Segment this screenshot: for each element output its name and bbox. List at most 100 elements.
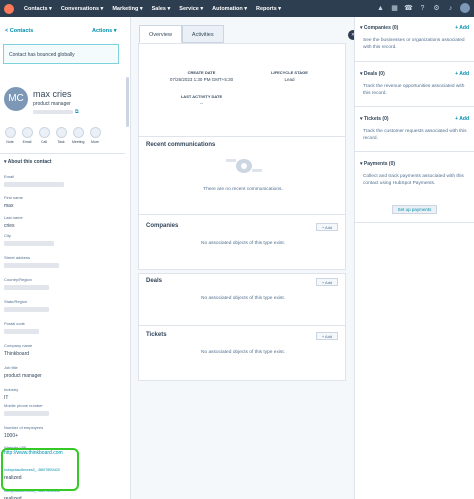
- more-icon: [89, 127, 101, 138]
- tickets-add-link[interactable]: + Add: [455, 116, 469, 122]
- property-city[interactable]: City: [4, 233, 11, 238]
- property-label: Number of employees: [4, 425, 44, 430]
- last-activity-value: --: [200, 101, 203, 106]
- property-postal-code[interactable]: Postal code: [4, 321, 25, 326]
- companies-title[interactable]: Companies: [146, 223, 178, 229]
- deals-section-toggle[interactable]: ▾ Deals (0): [360, 71, 385, 77]
- add-ticket-button[interactable]: + Add: [316, 332, 338, 340]
- redacted-value: [4, 182, 64, 187]
- upgrade-icon[interactable]: ▲: [376, 4, 385, 13]
- note-action[interactable]: Note: [4, 127, 16, 144]
- call-icon: [38, 127, 50, 138]
- property-value: 1000+: [4, 433, 19, 439]
- property-first-name[interactable]: First name max: [4, 195, 23, 209]
- empty-communications-icon: [226, 159, 262, 173]
- email-icon: [21, 127, 33, 138]
- property-value: IT: [4, 395, 9, 401]
- back-to-contacts-link[interactable]: < Contacts: [5, 28, 33, 34]
- more-action[interactable]: More: [89, 127, 101, 144]
- nav-reports[interactable]: Reports ▾: [256, 6, 281, 12]
- tickets-title[interactable]: Tickets: [146, 332, 167, 338]
- divider: [0, 153, 125, 154]
- property-label: Job title: [4, 365, 18, 370]
- nav-sales[interactable]: Sales ▾: [152, 6, 171, 12]
- companies-add-link[interactable]: + Add: [455, 25, 469, 31]
- deals-title[interactable]: Deals: [146, 278, 162, 284]
- nav-contacts[interactable]: Contacts ▾: [24, 6, 52, 12]
- tickets-section-toggle[interactable]: ▾ Tickets (0): [360, 116, 389, 122]
- contact-name[interactable]: max cries: [33, 89, 72, 99]
- copy-icon[interactable]: ⧉: [75, 109, 79, 115]
- highlight-annotation: [1, 448, 79, 491]
- redacted-value: [4, 263, 59, 268]
- contact-job-title[interactable]: product manager: [33, 101, 71, 107]
- property-value: cries: [4, 223, 15, 229]
- property-label: Email: [4, 174, 15, 179]
- contact-action-row: Note Email Call Task Meeting More: [4, 127, 101, 144]
- property-label: First name: [4, 195, 23, 200]
- notifications-icon[interactable]: ♪: [446, 4, 455, 13]
- deals-add-link[interactable]: + Add: [455, 71, 469, 77]
- companies-description: See the businesses or organizations asso…: [363, 38, 465, 50]
- contact-sidebar: < Contacts Actions ▾ Contact has bounced…: [0, 17, 131, 499]
- property-label: City: [4, 233, 11, 238]
- phone-icon[interactable]: ☎: [404, 4, 413, 13]
- property-street-address[interactable]: Street address: [4, 255, 30, 260]
- property-label: Country/Region: [4, 277, 32, 282]
- last-activity-label: LAST ACTIVITY DATE: [180, 94, 223, 99]
- more-label: More: [91, 140, 99, 144]
- meeting-icon: [72, 127, 84, 138]
- companies-section-toggle[interactable]: ▾ Companies (0): [360, 25, 398, 31]
- recent-communications-title: Recent communications: [146, 142, 216, 148]
- property-label: Company name: [4, 343, 33, 348]
- property-value: max: [4, 203, 14, 209]
- property-industry[interactable]: Industry IT: [4, 387, 18, 401]
- actions-dropdown[interactable]: Actions ▾: [92, 28, 116, 34]
- property-country[interactable]: Country/Region: [4, 277, 32, 282]
- contact-avatar: MC: [4, 87, 28, 111]
- property-job-title[interactable]: Job title product manager: [4, 365, 42, 379]
- main-content: Overview Activities » CREATE DATE 07/26/2…: [131, 17, 358, 499]
- property-value: Thinkboard: [4, 351, 30, 357]
- property-number-of-employees[interactable]: Number of employees 1000+: [4, 425, 43, 439]
- payments-section-toggle[interactable]: ▾ Payments (0): [360, 161, 395, 167]
- property-mobile-phone[interactable]: Mobile phone number: [4, 403, 43, 408]
- create-date-value: 07/26/2023 1:30 PM GMT+5:30: [169, 77, 234, 82]
- call-action[interactable]: Call: [38, 127, 50, 144]
- tickets-card: Tickets + Add No associated objects of t…: [138, 325, 346, 381]
- add-deal-button[interactable]: + Add: [316, 278, 338, 286]
- help-icon[interactable]: ?: [418, 4, 427, 13]
- nav-service[interactable]: Service ▾: [179, 6, 203, 12]
- create-date: CREATE DATE 07/26/2023 1:30 PM GMT+5:30: [169, 70, 234, 82]
- email-action[interactable]: Email: [21, 127, 33, 144]
- task-icon: [55, 127, 67, 138]
- divider: [355, 106, 474, 107]
- lifecycle-value[interactable]: Lead: [257, 77, 322, 82]
- task-action[interactable]: Task: [55, 127, 67, 144]
- user-avatar[interactable]: [460, 3, 470, 13]
- add-company-button[interactable]: + Add: [316, 223, 338, 231]
- about-section-toggle[interactable]: ▾ About this contact: [4, 159, 52, 165]
- redacted-value: [4, 411, 49, 416]
- property-email[interactable]: Email: [4, 174, 14, 179]
- left-scrollbar[interactable]: [126, 77, 129, 127]
- nav-conversations[interactable]: Conversations ▾: [61, 6, 104, 12]
- deals-description: Track the revenue opportunities associat…: [363, 84, 465, 96]
- meeting-action[interactable]: Meeting: [72, 127, 84, 144]
- marketplace-icon[interactable]: ▦: [390, 4, 399, 13]
- property-state[interactable]: State/Region: [4, 299, 27, 304]
- top-navigation: Contacts ▾ Conversations ▾ Marketing ▾ S…: [0, 0, 474, 17]
- property-company-name[interactable]: Company name Thinkboard: [4, 343, 32, 357]
- nav-marketing[interactable]: Marketing ▾: [112, 6, 142, 12]
- nav-automation[interactable]: Automation ▾: [212, 6, 247, 12]
- redacted-email: [33, 110, 73, 114]
- hubspot-logo-icon[interactable]: [4, 3, 14, 14]
- tickets-empty: No associated objects of this type exist…: [201, 350, 285, 355]
- divider: [355, 61, 474, 62]
- tab-overview[interactable]: Overview: [139, 25, 182, 43]
- setup-payments-button[interactable]: Set up payments: [392, 205, 437, 214]
- property-label: Postal code: [4, 321, 25, 326]
- property-last-name[interactable]: Last name cries: [4, 215, 23, 229]
- tab-activities[interactable]: Activities: [181, 25, 224, 43]
- settings-icon[interactable]: ⚙: [432, 4, 441, 13]
